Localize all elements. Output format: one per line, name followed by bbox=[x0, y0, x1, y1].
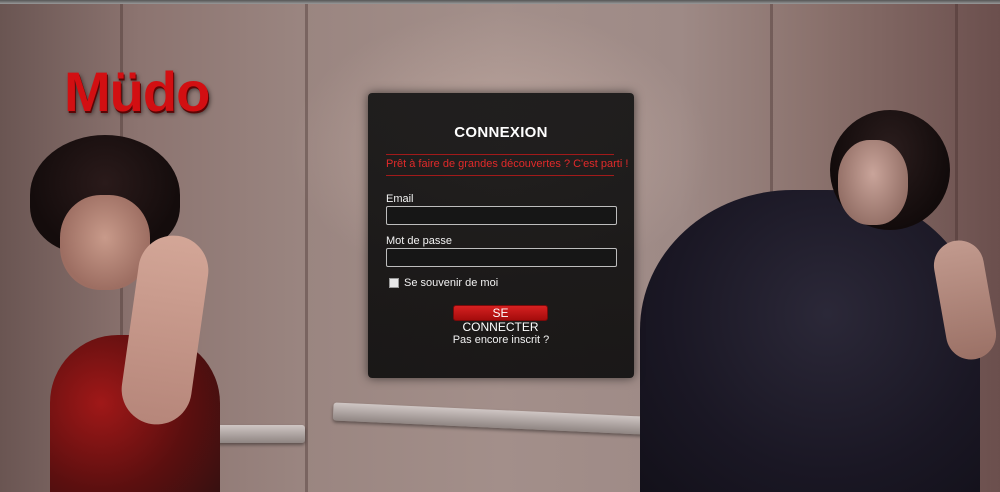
login-button[interactable]: SE CONNECTER bbox=[453, 305, 548, 334]
password-field[interactable] bbox=[386, 248, 617, 267]
top-bar bbox=[0, 0, 1000, 4]
remember-me[interactable]: Se souvenir de moi bbox=[389, 277, 498, 289]
woman-figure bbox=[20, 135, 220, 492]
elevator-panel-seam bbox=[305, 0, 308, 492]
man-figure bbox=[620, 110, 1000, 492]
email-label: Email bbox=[386, 193, 414, 205]
email-field[interactable] bbox=[386, 206, 617, 225]
brand-logo[interactable]: Müdo bbox=[64, 64, 210, 120]
signup-link[interactable]: Pas encore inscrit ? bbox=[368, 334, 634, 346]
remember-checkbox[interactable] bbox=[389, 278, 399, 288]
tagline-box: Prêt à faire de grandes découvertes ? C'… bbox=[386, 154, 629, 176]
tagline-text: Prêt à faire de grandes découvertes ? C'… bbox=[386, 158, 629, 170]
login-title: CONNEXION bbox=[454, 124, 548, 141]
login-card: CONNEXION Prêt à faire de grandes découv… bbox=[368, 93, 634, 378]
handrail bbox=[215, 425, 305, 443]
remember-label: Se souvenir de moi bbox=[404, 277, 499, 289]
password-label: Mot de passe bbox=[386, 235, 453, 247]
